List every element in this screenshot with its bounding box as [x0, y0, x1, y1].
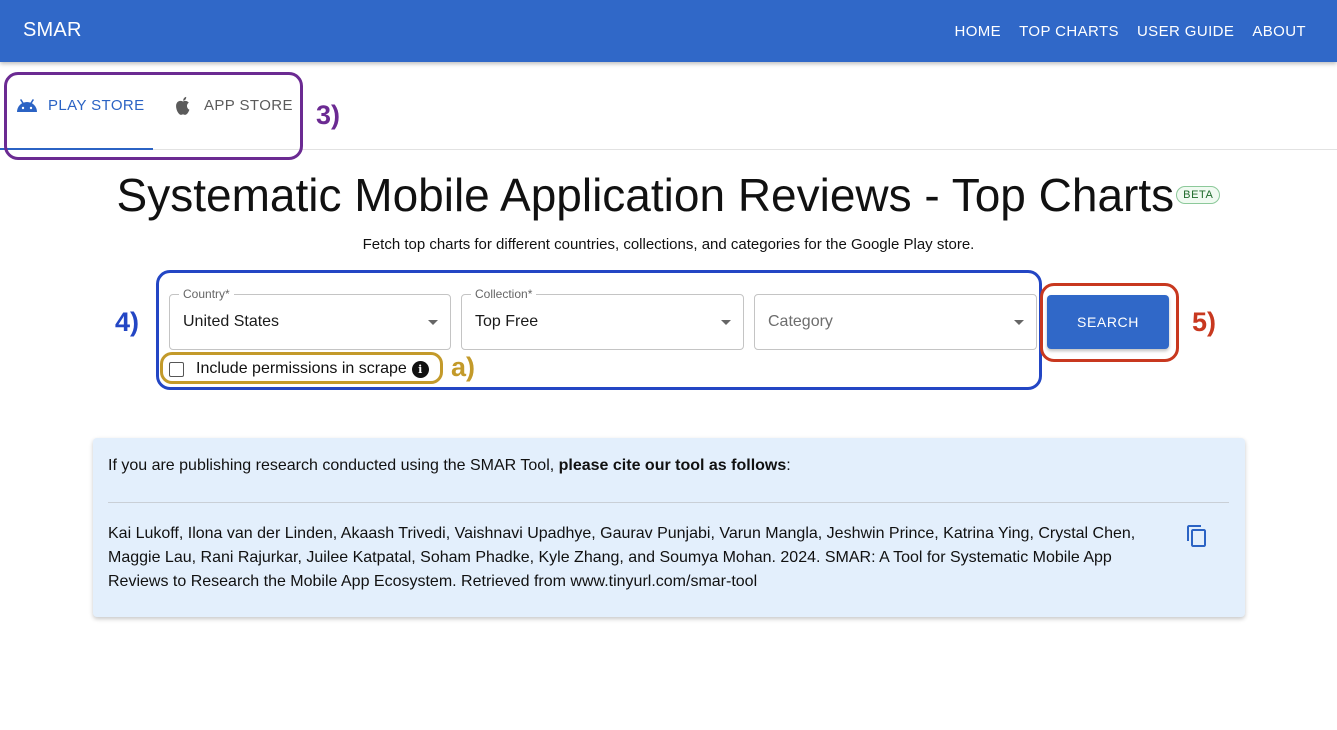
collection-value: Top Free	[475, 313, 539, 330]
annotation-label-search: 5)	[1192, 307, 1217, 337]
tab-play-store-label: PLAY STORE	[48, 97, 145, 114]
permissions-label[interactable]: Include permissions in scrape	[196, 360, 407, 378]
brand-logo[interactable]: SMAR	[23, 19, 82, 42]
android-icon	[15, 96, 39, 116]
app-bar: SMAR HOME TOP CHARTS USER GUIDE ABOUT	[0, 0, 1337, 62]
collection-select[interactable]: Collection* Top Free	[461, 287, 744, 350]
info-icon[interactable]: i	[411, 360, 429, 378]
annotation-label-tabs: 3)	[316, 100, 341, 130]
tab-play-store[interactable]: PLAY STORE	[0, 62, 153, 150]
main-nav: HOME TOP CHARTS USER GUIDE ABOUT	[953, 0, 1337, 62]
citation-intro: If you are publishing research conducted…	[108, 457, 791, 475]
nav-home[interactable]: HOME	[954, 23, 1001, 40]
citation-intro-suffix: :	[786, 457, 791, 474]
nav-top-charts[interactable]: TOP CHARTS	[1019, 23, 1119, 40]
tab-app-store[interactable]: APP STORE	[153, 62, 303, 149]
divider	[108, 502, 1229, 503]
beta-badge: BETA	[1176, 186, 1221, 204]
citation-intro-prefix: If you are publishing research conducted…	[108, 457, 559, 474]
annotation-label-form: 4)	[115, 307, 140, 337]
collection-label: Collection*	[471, 287, 537, 301]
category-placeholder: Category	[768, 313, 833, 330]
annotation-label-checkbox: a)	[451, 352, 476, 382]
copy-icon[interactable]	[1185, 524, 1209, 548]
citation-text: Kai Lukoff, Ilona van der Linden, Akaash…	[108, 525, 1136, 590]
tab-app-store-label: APP STORE	[204, 97, 293, 114]
country-select[interactable]: Country* United States	[169, 287, 451, 350]
apple-icon	[171, 96, 195, 116]
chevron-down-icon	[428, 320, 438, 325]
nav-user-guide[interactable]: USER GUIDE	[1137, 23, 1234, 40]
nav-about[interactable]: ABOUT	[1252, 23, 1306, 40]
country-value: United States	[183, 313, 280, 330]
country-label: Country*	[179, 287, 234, 301]
store-tabs: PLAY STORE APP STORE	[0, 62, 1337, 150]
page-title: Systematic Mobile Application Reviews - …	[116, 169, 1175, 221]
permissions-option: Include permissions in scrape i	[169, 358, 429, 380]
citation-intro-bold: please cite our tool as follows	[558, 457, 787, 474]
category-select[interactable]: Category	[754, 294, 1037, 350]
citation-card: If you are publishing research conducted…	[93, 438, 1245, 617]
chevron-down-icon	[1014, 320, 1024, 325]
permissions-checkbox[interactable]	[169, 361, 184, 377]
page-subtitle: Fetch top charts for different countries…	[362, 236, 975, 253]
page-title-row: Systematic Mobile Application Reviews - …	[0, 168, 1337, 222]
chevron-down-icon	[721, 320, 731, 325]
search-button[interactable]: SEARCH	[1047, 295, 1169, 349]
